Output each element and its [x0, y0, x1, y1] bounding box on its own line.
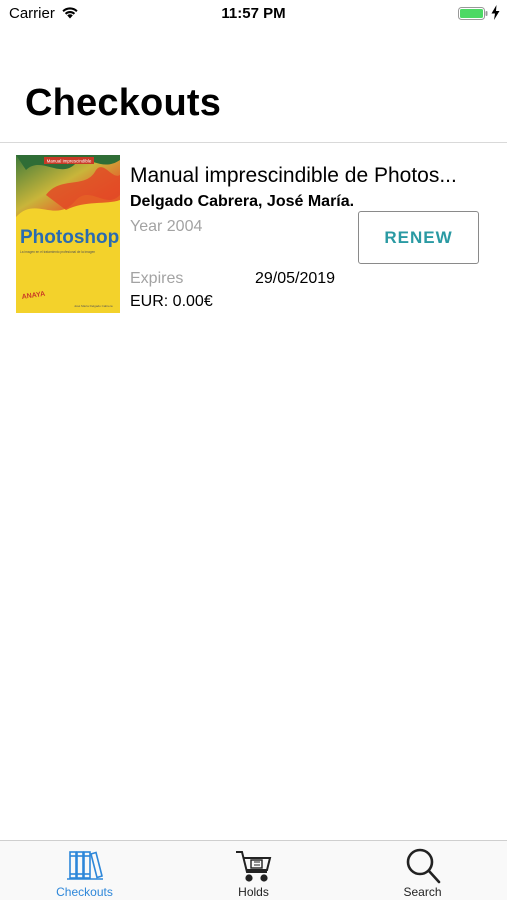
- book-cover-image: Manual imprescindible Photoshop CS La im…: [16, 155, 120, 313]
- tab-checkouts[interactable]: Checkouts: [0, 841, 169, 901]
- book-title: Manual imprescindible de Photos...: [130, 164, 457, 187]
- tab-label-search: Search: [403, 885, 442, 899]
- status-time: 11:57 PM: [221, 5, 286, 22]
- tab-search[interactable]: Search: [338, 841, 507, 901]
- search-icon: [406, 848, 440, 884]
- tab-bar: Checkouts Holds Search: [0, 840, 507, 900]
- cover-author: José María Delgado Cabrera: [74, 304, 113, 308]
- checkout-list-item[interactable]: Manual imprescindible Photoshop CS La im…: [0, 143, 507, 323]
- book-year: Year 2004: [130, 218, 203, 235]
- renew-button[interactable]: RENEW: [358, 211, 479, 264]
- expires-label: Expires: [130, 270, 184, 287]
- tab-label-checkouts: Checkouts: [56, 885, 113, 899]
- tab-label-holds: Holds: [238, 885, 269, 899]
- cover-subtitle: La imagen en el tratamiento profesional …: [20, 250, 95, 254]
- tab-holds[interactable]: Holds: [169, 841, 338, 901]
- fine-amount: EUR: 0.00€: [130, 293, 213, 310]
- charging-bolt-icon: [491, 5, 500, 20]
- cover-top-band: Manual imprescindible: [47, 159, 92, 164]
- expires-date: 29/05/2019: [255, 270, 336, 287]
- book-author: Delgado Cabrera, José María.: [130, 193, 355, 210]
- books-icon: [66, 851, 103, 880]
- status-bar: Carrier 11:57 PM: [0, 0, 507, 28]
- page-title: Checkouts: [25, 82, 222, 124]
- cover-title: Photoshop CS: [20, 227, 120, 248]
- cart-icon: [235, 851, 271, 882]
- battery-icon: [458, 7, 488, 20]
